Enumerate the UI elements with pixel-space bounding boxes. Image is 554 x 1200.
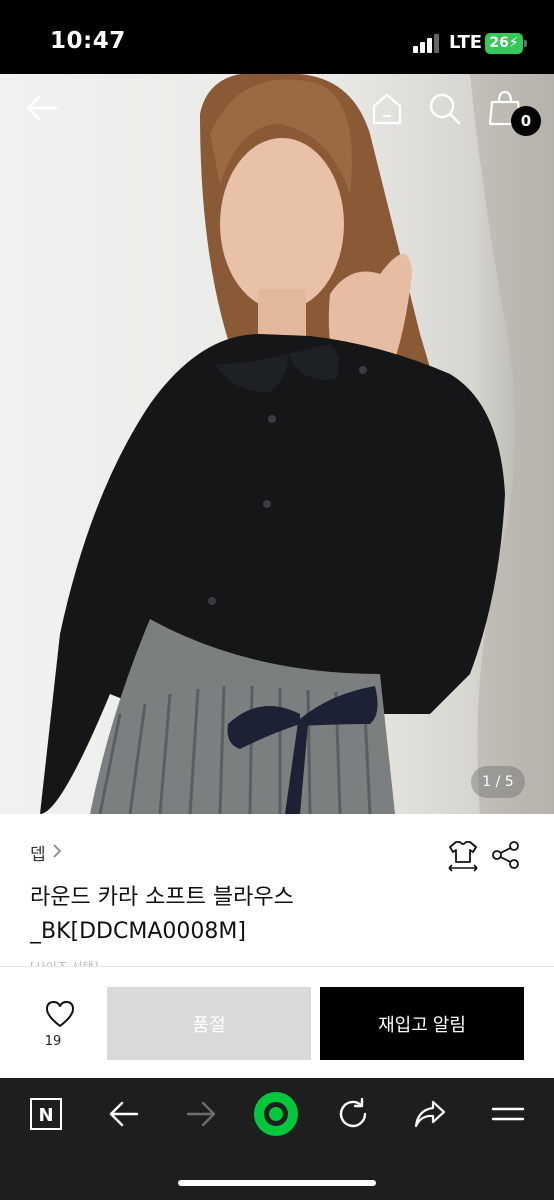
product-title-line1: 라운드 카라 소프트 블라우스 <box>30 885 294 910</box>
browser-forward-button[interactable] <box>177 1090 225 1138</box>
home-button[interactable] <box>370 92 412 134</box>
share-button[interactable] <box>491 840 523 872</box>
signal-icon <box>413 33 441 53</box>
arrow-left-icon <box>109 1101 139 1127</box>
network-type: LTE <box>449 32 483 53</box>
like-count: 19 <box>44 1034 62 1049</box>
back-button[interactable] <box>26 94 66 134</box>
search-button[interactable] <box>428 92 470 134</box>
refresh-button[interactable] <box>329 1090 377 1138</box>
arrow-right-icon <box>186 1101 216 1127</box>
soldout-button[interactable]: 품절 <box>107 987 311 1060</box>
like-button[interactable]: 19 <box>24 1000 82 1056</box>
home-indicator <box>178 1180 376 1186</box>
model-photo <box>40 74 554 814</box>
brand-link[interactable]: 뎁 <box>30 840 62 865</box>
menu-button[interactable] <box>484 1090 532 1138</box>
browser-share-button[interactable] <box>406 1090 454 1138</box>
status-time: 10:47 <box>50 28 126 54</box>
back-arrow-icon <box>26 94 58 122</box>
size-guide-icon <box>448 841 478 872</box>
battery-nub <box>524 40 527 47</box>
brand-name: 뎁 <box>30 845 46 865</box>
share-arrow-icon <box>414 1100 446 1128</box>
size-guide-button[interactable] <box>446 838 480 872</box>
heart-icon <box>46 1001 74 1027</box>
green-dot-button[interactable] <box>252 1090 300 1138</box>
product-title-line2: _BK[DDCMA0008M] <box>30 919 246 944</box>
restock-alert-button[interactable]: 재입고 알림 <box>320 987 524 1060</box>
product-title: 라운드 카라 소프트 블라우스 _BK[DDCMA0008M] <box>30 881 450 949</box>
battery-icon: 26⚡ <box>485 33 523 54</box>
share-icon <box>492 841 519 869</box>
image-page-indicator: 1 / 5 <box>471 766 525 798</box>
status-bar: 10:47 LTE 26⚡ <box>0 0 554 74</box>
naver-letter: N <box>38 1105 53 1126</box>
product-image[interactable] <box>0 74 554 814</box>
battery-level: 26 <box>489 35 509 51</box>
naver-tab-button[interactable]: N <box>22 1090 70 1138</box>
cart-count-badge: 0 <box>511 106 541 136</box>
home-icon <box>372 93 402 125</box>
search-icon <box>429 93 461 125</box>
browser-back-button[interactable] <box>100 1090 148 1138</box>
hamburger-icon <box>491 1107 525 1121</box>
chevron-right-icon <box>52 843 62 863</box>
naver-n-icon: N <box>30 1098 62 1130</box>
refresh-icon <box>339 1097 367 1128</box>
green-dot-icon <box>254 1092 298 1136</box>
